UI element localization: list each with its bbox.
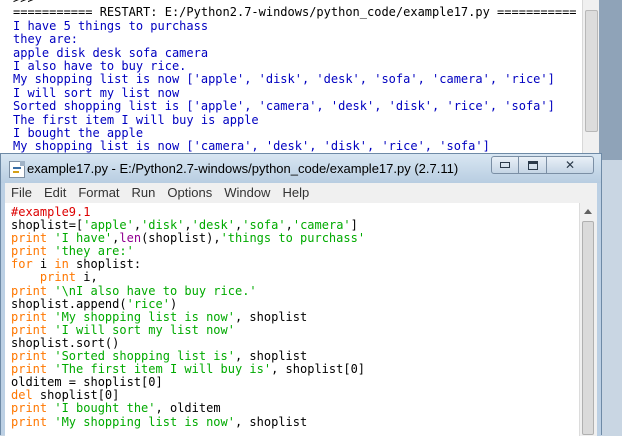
- code-token: ]: [350, 218, 358, 233]
- shell-output-line: Sorted shopping list is ['apple', 'camer…: [13, 100, 555, 114]
- code-token: , shoplist: [234, 414, 308, 429]
- code-token: 'Sorted shopping list is': [54, 349, 235, 364]
- shell-output: >>>=========== RESTART: E:/Python2.7-win…: [13, 0, 588, 154]
- menu-file[interactable]: File: [5, 183, 38, 203]
- code-token: print: [11, 349, 55, 364]
- shell-output-line: apple disk desk sofa camera: [13, 46, 209, 60]
- code-token: in: [54, 257, 69, 272]
- title-bar[interactable]: example17.py - E:/Python2.7-windows/pyth…: [1, 154, 601, 183]
- code-token: 'I have': [54, 231, 113, 246]
- code-token: 'they are:': [54, 244, 134, 259]
- code-token: print: [11, 414, 55, 429]
- shell-output-line: My shopping list is now ['apple', 'disk'…: [13, 73, 555, 87]
- shell-output-line: I have 5 things to purchass: [13, 19, 209, 33]
- maximize-button[interactable]: [519, 156, 547, 174]
- code-token: ,: [285, 218, 293, 233]
- menu-format[interactable]: Format: [72, 183, 125, 203]
- python-shell-window: >>>=========== RESTART: E:/Python2.7-win…: [0, 0, 622, 160]
- code-token: 'things to purchass': [220, 231, 366, 246]
- scroll-up-arrow-icon[interactable]: [584, 209, 592, 214]
- code-token: 'My shopping list is now': [54, 414, 235, 429]
- shell-scrollbar[interactable]: [582, 0, 599, 160]
- code-token: 'sofa': [242, 218, 286, 233]
- code-token: shoplist.append(: [11, 296, 127, 311]
- shell-output-line: =========== RESTART: E:/Python2.7-window…: [13, 6, 577, 20]
- code-token: del: [11, 388, 33, 403]
- editor-scrollbar-thumb[interactable]: [582, 221, 594, 435]
- code-text[interactable]: #example9.1 shoplist=['apple','disk','des…: [11, 205, 366, 429]
- shell-output-line: The first item I will buy is apple: [13, 113, 259, 127]
- code-token: 'camera': [292, 218, 351, 233]
- code-token: , shoplist[0]: [271, 362, 366, 377]
- code-token: , olditem: [155, 401, 221, 416]
- code-token: 'The first item I will buy is': [54, 362, 272, 377]
- shell-output-line: I bought the apple: [13, 126, 144, 140]
- code-token: for: [11, 257, 33, 272]
- code-token: shoplist[0]: [32, 388, 120, 403]
- code-token: 'I will sort my list now': [54, 322, 235, 337]
- code-token: , shoplist: [234, 309, 308, 324]
- code-token: print: [11, 244, 55, 259]
- code-token: (shoplist),: [141, 231, 221, 246]
- code-token: ,: [133, 218, 142, 233]
- code-token: , shoplist: [234, 349, 308, 364]
- code-token: len: [119, 231, 142, 246]
- menu-window[interactable]: Window: [218, 183, 276, 203]
- code-token: shoplist:: [68, 257, 142, 272]
- code-token: print: [11, 322, 55, 337]
- maximize-icon: [527, 160, 538, 170]
- code-token: ,: [184, 218, 192, 233]
- code-token: 'My shopping list is now': [54, 309, 235, 324]
- close-button[interactable]: ✕: [547, 156, 594, 174]
- code-token: print: [11, 283, 55, 298]
- menu-bar: File Edit Format Run Options Window Help: [5, 183, 597, 203]
- menu-help[interactable]: Help: [276, 183, 315, 203]
- code-token: 'rice': [126, 296, 170, 311]
- code-token: 'desk': [191, 218, 236, 233]
- menu-options[interactable]: Options: [161, 183, 218, 203]
- code-token: '\nI also have to buy rice.': [54, 283, 257, 298]
- editor-window: example17.py - E:/Python2.7-windows/pyth…: [0, 153, 602, 436]
- idle-file-icon: [9, 161, 25, 178]
- menu-edit[interactable]: Edit: [38, 183, 72, 203]
- code-token: print: [11, 231, 55, 246]
- close-icon: ✕: [564, 158, 576, 172]
- minimize-icon: [500, 162, 510, 168]
- editor-scrollbar[interactable]: [579, 203, 597, 436]
- code-token: 'I bought the': [54, 401, 156, 416]
- shell-output-line: My shopping list is now ['camera', 'desk…: [13, 140, 490, 154]
- code-token: 'apple': [83, 218, 134, 233]
- code-token: #example9.1: [11, 205, 91, 219]
- code-token: print: [11, 401, 55, 416]
- code-token: print: [39, 270, 77, 285]
- shell-scrollbar-thumb[interactable]: [585, 10, 598, 132]
- code-token: print: [11, 362, 55, 377]
- code-token: shoplist=[: [11, 218, 84, 233]
- editor-frame-edge: [597, 183, 601, 436]
- code-token: i: [32, 257, 55, 272]
- desktop-background: [599, 0, 622, 160]
- code-line[interactable]: print 'My shopping list is now', shoplis…: [11, 414, 365, 429]
- shell-output-line: I also have to buy rice.: [13, 59, 187, 73]
- code-editor[interactable]: #example9.1 shoplist=['apple','disk','des…: [5, 203, 579, 436]
- shell-output-line: they are:: [13, 33, 79, 47]
- code-token: ): [169, 296, 178, 311]
- menu-run[interactable]: Run: [126, 183, 162, 203]
- code-token: olditem = shoplist[0]: [11, 375, 163, 390]
- code-token: i,: [76, 270, 98, 285]
- code-token: 'disk': [141, 218, 185, 233]
- code-token: print: [11, 309, 55, 324]
- shell-output-line: I will sort my list now: [13, 86, 180, 100]
- code-token: shoplist.sort(): [11, 335, 120, 350]
- minimize-button[interactable]: [491, 156, 519, 174]
- window-title: example17.py - E:/Python2.7-windows/pyth…: [27, 161, 459, 176]
